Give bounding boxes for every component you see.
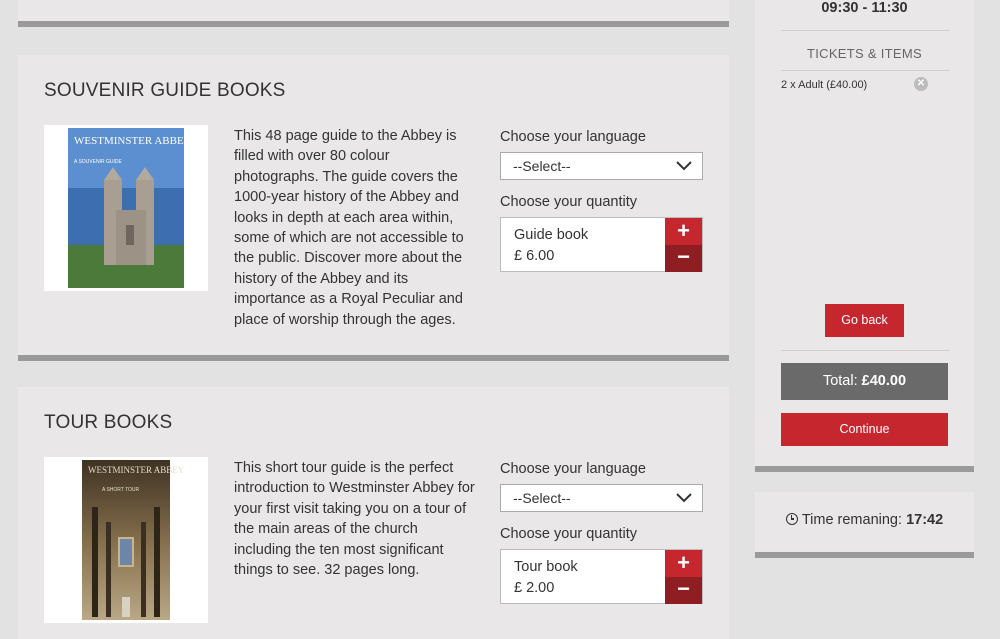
- language-select[interactable]: --Select--: [500, 152, 703, 180]
- item-name: Tour book: [514, 559, 578, 575]
- language-label: Choose your language: [500, 461, 646, 477]
- increase-quantity-button[interactable]: +: [665, 550, 702, 577]
- product-image: WESTMINSTER ABBEY A SOUVENIR GUIDE: [44, 125, 208, 291]
- previous-product-card: [18, 0, 729, 27]
- quantity-label: Choose your quantity: [500, 194, 638, 210]
- product-card-souvenir-guide: SOUVENIR GUIDE BOOKS WESTMINSTER ABBEY A…: [18, 55, 729, 361]
- chevron-down-icon: [676, 493, 692, 503]
- timer-value: 17:42: [906, 512, 944, 528]
- item-price: £ 6.00: [514, 248, 555, 264]
- clock-icon: [785, 513, 798, 525]
- item-price: £ 2.00: [514, 580, 555, 596]
- language-label: Choose your language: [500, 129, 646, 145]
- section-title: SOUVENIR GUIDE BOOKS: [44, 80, 286, 101]
- timer-label: Time remaning:: [801, 512, 903, 528]
- divider: [781, 30, 949, 31]
- cover-title: WESTMINSTER ABBEY: [88, 465, 185, 475]
- item-name: Guide book: [514, 227, 589, 243]
- section-title: TOUR BOOKS: [44, 412, 173, 433]
- book-cover-image: WESTMINSTER ABBEY A SHORT TOUR: [82, 460, 185, 620]
- go-back-button[interactable]: Go back: [825, 304, 904, 337]
- ticket-line-item: 2 x Adult (£40.00): [781, 79, 868, 91]
- product-image: WESTMINSTER ABBEY A SHORT TOUR: [44, 457, 208, 623]
- quantity-stepper: Tour book £ 2.00 + −: [500, 549, 703, 604]
- total-label: Total:: [822, 373, 858, 389]
- remove-item-icon[interactable]: ✕: [914, 77, 928, 91]
- increase-quantity-button[interactable]: +: [665, 218, 702, 245]
- time-slot: 09:30 - 11:30: [821, 0, 908, 16]
- chevron-down-icon: [676, 161, 692, 171]
- quantity-stepper: Guide book £ 6.00 + −: [500, 217, 703, 272]
- language-select[interactable]: --Select--: [500, 484, 703, 512]
- language-select-value: --Select--: [513, 490, 571, 506]
- book-cover-image: WESTMINSTER ABBEY A SOUVENIR GUIDE: [68, 128, 192, 288]
- total-box: Total: £40.00: [781, 363, 948, 400]
- timer-panel: Time remaning: 17:42: [755, 492, 974, 558]
- decrease-quantity-button[interactable]: −: [665, 577, 702, 604]
- product-card-tour-books: TOUR BOOKS WESTMINSTER ABBEY A SHORT TOU…: [18, 387, 729, 639]
- basket-panel: 09:30 - 11:30 TICKETS & ITEMS 2 x Adult …: [755, 0, 974, 472]
- product-description: This short tour guide is the perfect int…: [234, 460, 475, 579]
- timer-text: Time remaning: 17:42: [755, 512, 974, 528]
- divider: [781, 70, 949, 71]
- language-select-value: --Select--: [513, 158, 571, 174]
- cover-subtitle: A SHORT TOUR: [102, 487, 140, 493]
- continue-button[interactable]: Continue: [781, 413, 948, 446]
- quantity-label: Choose your quantity: [500, 526, 638, 542]
- cover-subtitle: A SOUVENIR GUIDE: [74, 159, 122, 165]
- tickets-title: TICKETS & ITEMS: [806, 46, 922, 61]
- decrease-quantity-button[interactable]: −: [665, 245, 702, 272]
- divider: [781, 350, 949, 351]
- product-description: This 48 page guide to the Abbey is fille…: [234, 128, 464, 328]
- cover-title: WESTMINSTER ABBEY: [74, 135, 192, 147]
- total-value: £40.00: [861, 373, 907, 389]
